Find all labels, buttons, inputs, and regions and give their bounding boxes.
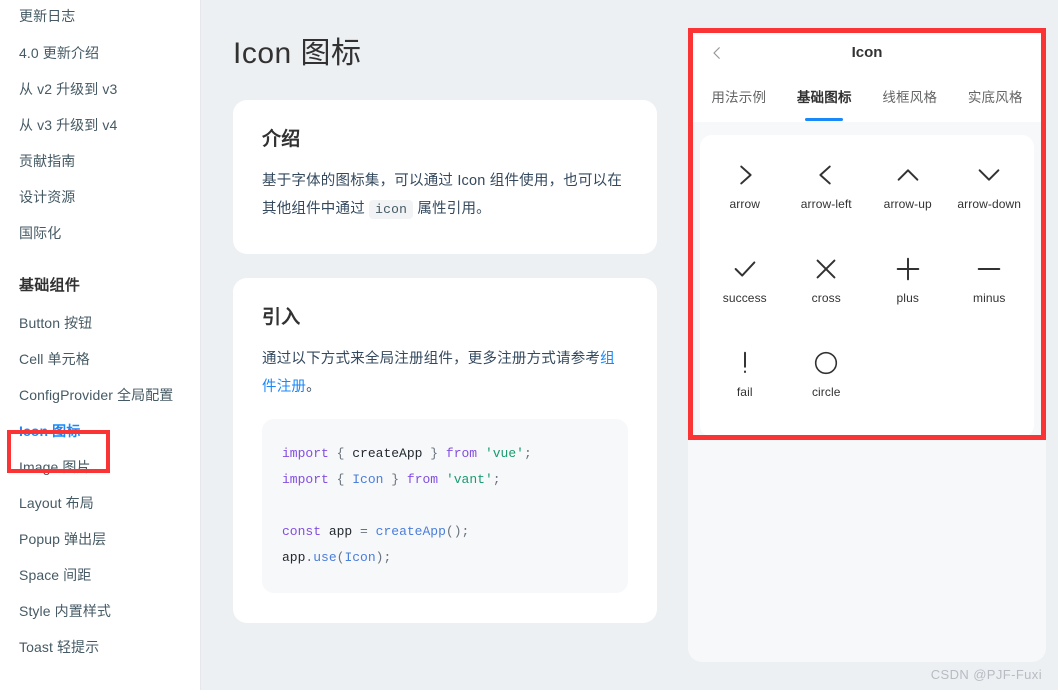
check-icon [730,247,760,291]
sidebar-item-changelog[interactable]: 更新日志 [19,0,200,36]
preview-panel: Icon 用法示例 基础图标 线框风格 实底风格 arrow arrow-lef… [688,28,1046,662]
icon-label: arrow-down [957,197,1022,211]
icon-label: plus [896,291,919,305]
sidebar-item-toast[interactable]: Toast 轻提示 [19,630,200,666]
plus-icon [893,247,923,291]
sidebar-group-title-basic-components: 基础组件 [19,277,81,294]
main-content: Icon 图标 介绍 基于字体的图标集，可以通过 Icon 组件使用，也可以在其… [201,0,1058,690]
inline-code-icon: icon [369,200,414,219]
icon-label: arrow-up [883,197,932,211]
icon-label: cross [811,291,841,305]
install-text-before-link: 通过以下方式来全局注册组件，更多注册方式请参考 [262,351,601,367]
sidebar-item-v3-to-v4[interactable]: 从 v3 升级到 v4 [19,108,200,144]
watermark: CSDN @PJF-Fuxi [930,667,1042,682]
install-card-title: 引入 [262,307,301,328]
intro-card-paragraph: 基于字体的图标集，可以通过 Icon 组件使用，也可以在其他组件中通过 icon… [262,167,628,224]
sidebar-item-button[interactable]: Button 按钮 [19,306,200,342]
sidebar-item-space[interactable]: Space 间距 [19,558,200,594]
sidebar-item-design-resources[interactable]: 设计资源 [19,180,200,216]
preview-tabs: 用法示例 基础图标 线框风格 实底风格 [688,78,1046,122]
preview-title: Icon [851,44,883,61]
app-root: 更新日志 4.0 更新介绍 从 v2 升级到 v3 从 v3 升级到 v4 贡献… [0,0,1058,690]
tab-basic-icons[interactable]: 基础图标 [782,78,868,122]
documentation-column: Icon 图标 介绍 基于字体的图标集，可以通过 Icon 组件使用，也可以在其… [233,0,657,647]
sidebar-item-cell[interactable]: Cell 单元格 [19,342,200,378]
icon-label: minus [972,291,1006,305]
icon-cell-fail[interactable]: fail [704,341,786,421]
install-code-block: import { createApp } from 'vue'; import {… [262,419,628,593]
icon-label: fail [736,385,753,399]
cross-icon [811,247,841,291]
intro-text-after-code: 属性引用。 [413,201,491,217]
sidebar-item-style[interactable]: Style 内置样式 [19,594,200,630]
icon-cell-minus[interactable]: minus [949,247,1031,327]
icon-cell-arrow-left[interactable]: arrow-left [786,153,868,233]
sidebar-item-image[interactable]: Image 图片 [19,450,200,486]
sidebar: 更新日志 4.0 更新介绍 从 v2 升级到 v3 从 v3 升级到 v4 贡献… [0,0,201,690]
intro-card: 介绍 基于字体的图标集，可以通过 Icon 组件使用，也可以在其他组件中通过 i… [233,100,657,254]
code-line-5: app.use(Icon); [282,550,392,565]
icon-cell-cross[interactable]: cross [786,247,868,327]
install-card-paragraph: 通过以下方式来全局注册组件，更多注册方式请参考组件注册。 [262,345,628,401]
icon-cell-arrow[interactable]: arrow [704,153,786,233]
icon-label: circle [811,385,841,399]
tab-filled-style[interactable]: 实底风格 [953,78,1039,122]
sidebar-item-v4-intro[interactable]: 4.0 更新介绍 [19,36,200,72]
icon-cell-success[interactable]: success [704,247,786,327]
install-card: 引入 通过以下方式来全局注册组件，更多注册方式请参考组件注册。 import {… [233,278,657,623]
icon-grid: arrow arrow-left arrow-up arrow-down suc… [704,153,1030,421]
sidebar-item-v2-to-v3[interactable]: 从 v2 升级到 v3 [19,72,200,108]
page-title: Icon 图标 [233,37,362,70]
exclamation-icon [730,341,760,385]
chevron-down-icon [974,153,1004,197]
code-line-1: import { createApp } from 'vue'; [282,446,532,461]
icon-label: arrow [729,197,760,211]
chevron-left-icon [811,153,841,197]
icon-cell-arrow-up[interactable]: arrow-up [867,153,949,233]
icon-label: arrow-left [800,197,852,211]
intro-card-title: 介绍 [262,129,301,150]
icon-cell-plus[interactable]: plus [867,247,949,327]
icon-label: success [722,291,767,305]
icon-grid-card: arrow arrow-left arrow-up arrow-down suc… [700,135,1034,437]
sidebar-item-configprovider[interactable]: ConfigProvider 全局配置 [19,378,200,414]
sidebar-item-icon[interactable]: Icon 图标 [19,414,200,450]
sidebar-item-i18n[interactable]: 国际化 [19,216,200,252]
preview-header: Icon [688,28,1046,78]
icon-cell-circle[interactable]: circle [786,341,868,421]
sidebar-item-contribution[interactable]: 贡献指南 [19,144,200,180]
chevron-up-icon [893,153,923,197]
sidebar-item-layout[interactable]: Layout 布局 [19,486,200,522]
minus-icon [974,247,1004,291]
tab-usage-example[interactable]: 用法示例 [696,78,782,122]
sidebar-item-popup[interactable]: Popup 弹出层 [19,522,200,558]
chevron-left-icon[interactable] [708,42,726,64]
code-line-4: const app = createApp(); [282,524,470,539]
chevron-right-icon [730,153,760,197]
code-line-2: import { Icon } from 'vant'; [282,472,501,487]
icon-cell-arrow-down[interactable]: arrow-down [949,153,1031,233]
tab-outline-style[interactable]: 线框风格 [867,78,953,122]
install-text-after-link: 。 [306,379,321,395]
circle-icon [811,341,841,385]
